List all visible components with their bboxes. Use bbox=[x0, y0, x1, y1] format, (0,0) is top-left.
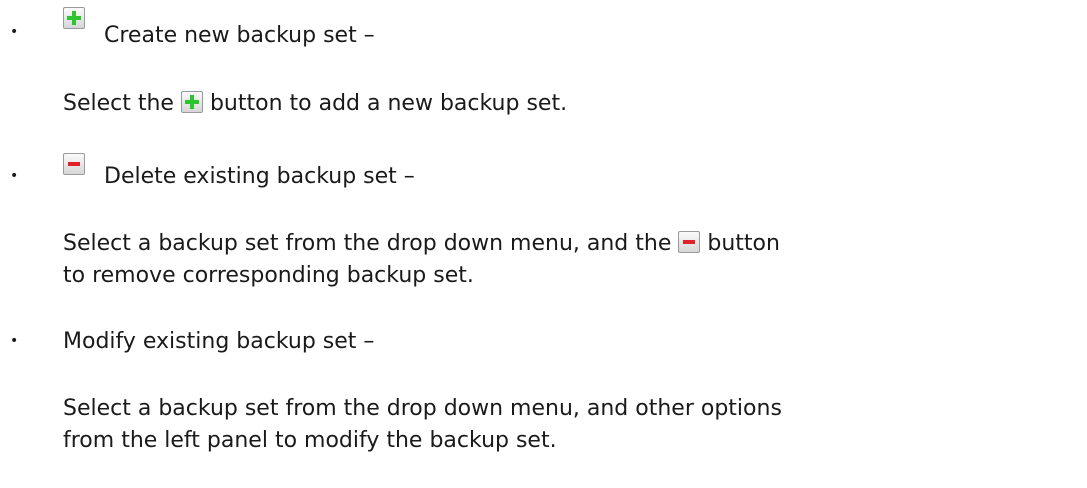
item-desc-delete-line1: Select a backup set from the drop down m… bbox=[63, 230, 780, 258]
item-desc-modify-line1: Select a backup set from the drop down m… bbox=[63, 396, 782, 421]
item-heading-create: Create new backup set – bbox=[104, 23, 375, 48]
minus-icon bbox=[63, 153, 85, 175]
item-desc-modify-line2: from the left panel to modify the backup… bbox=[63, 428, 557, 453]
item-heading-delete: Delete existing backup set – bbox=[104, 164, 415, 189]
desc-text: Select the bbox=[63, 91, 174, 116]
item-heading-modify: Modify existing backup set – bbox=[63, 329, 375, 354]
bullet: • bbox=[10, 24, 19, 40]
desc-text: button to add a new backup set. bbox=[209, 91, 568, 116]
item-desc-delete-line2: to remove corresponding backup set. bbox=[63, 263, 474, 288]
item-desc-create: Select the button to add a new backup se… bbox=[63, 90, 567, 118]
bullet: • bbox=[10, 333, 19, 349]
desc-text: button bbox=[707, 231, 780, 256]
plus-icon bbox=[180, 91, 203, 113]
desc-text: Select a backup set from the drop down m… bbox=[63, 231, 672, 256]
minus-icon bbox=[678, 231, 701, 253]
plus-icon bbox=[63, 7, 85, 29]
bullet: • bbox=[10, 168, 19, 184]
